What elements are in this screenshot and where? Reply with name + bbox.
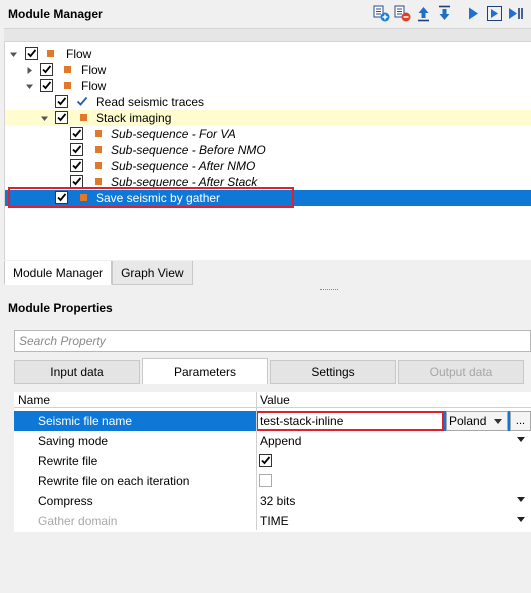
module-square-icon — [95, 130, 102, 137]
remove-module-icon[interactable] — [393, 4, 412, 23]
property-name: Saving mode — [38, 434, 109, 448]
property-name: Gather domain — [38, 514, 118, 528]
module-properties-title: Module Properties — [8, 301, 113, 315]
tree-label-sub-after-nmo: Sub-sequence - After NMO — [111, 159, 256, 173]
expand-chevron-down-icon[interactable] — [39, 113, 49, 123]
tab-parameters[interactable]: Parameters — [142, 358, 268, 384]
module-square-icon — [47, 50, 54, 57]
module-square-icon — [95, 178, 102, 185]
property-row-saving-mode[interactable]: Saving mode Append — [14, 431, 531, 451]
checkbox-checked-icon[interactable] — [70, 127, 83, 140]
expand-chevron-down-icon[interactable] — [8, 49, 18, 59]
property-row-rewrite-each-iteration[interactable]: Rewrite file on each iteration — [14, 471, 531, 491]
expand-chevron-right-icon[interactable] — [24, 65, 34, 75]
seismic-file-name-input[interactable] — [258, 413, 442, 429]
splitter-grip[interactable] — [320, 289, 338, 291]
add-module-icon[interactable] — [372, 4, 391, 23]
tree-row-flow-1[interactable]: Flow — [5, 62, 531, 78]
seismic-file-name-field[interactable] — [256, 411, 444, 431]
checkbox-checked-icon[interactable] — [70, 143, 83, 156]
tree-label-read-traces: Read seismic traces — [96, 95, 205, 109]
tree-label-sub-before-nmo: Sub-sequence - Before NMO — [111, 143, 266, 157]
tree-row-stack-imaging[interactable]: Stack imaging — [5, 110, 531, 126]
module-toolbar — [372, 4, 525, 23]
checkbox-checked-icon[interactable] — [55, 111, 68, 124]
tab-settings[interactable]: Settings — [270, 360, 396, 384]
browse-file-button[interactable]: ... — [510, 411, 531, 431]
module-square-icon — [95, 146, 102, 153]
saving-mode-value[interactable]: Append — [260, 434, 301, 448]
checkbox-checked-icon[interactable] — [70, 159, 83, 172]
search-property-input[interactable] — [19, 334, 530, 348]
tree-label-flow-2: Flow — [81, 79, 107, 93]
tree-label-root: Flow — [66, 47, 92, 61]
module-square-icon — [80, 114, 87, 121]
move-up-icon[interactable] — [414, 4, 433, 23]
column-header-value: Value — [260, 393, 290, 407]
encoding-select[interactable]: Poland — [446, 411, 508, 431]
properties-grid: Name Value Seismic file name Poland ... … — [14, 392, 531, 532]
tab-module-manager[interactable]: Module Manager — [4, 261, 113, 285]
tab-input-data[interactable]: Input data — [14, 360, 140, 384]
tree-row-sub-after-nmo[interactable]: Sub-sequence - After NMO — [5, 158, 531, 174]
chevron-down-icon — [494, 419, 502, 424]
tree-row-root-flow[interactable]: Flow — [5, 46, 531, 62]
run-icon[interactable] — [464, 4, 483, 23]
property-name: Rewrite file — [38, 454, 98, 468]
compress-value[interactable]: 32 bits — [260, 494, 295, 508]
checkbox-checked-icon[interactable] — [55, 95, 68, 108]
property-name: Compress — [38, 494, 93, 508]
property-row-compress[interactable]: Compress 32 bits — [14, 491, 531, 511]
tree-label-stack-imaging: Stack imaging — [96, 111, 172, 125]
rewrite-each-iteration-checkbox[interactable] — [259, 474, 272, 487]
module-square-icon — [64, 82, 71, 89]
checkbox-checked-icon[interactable] — [40, 63, 53, 76]
checkbox-checked-icon[interactable] — [25, 47, 38, 60]
expand-chevron-down-icon[interactable] — [24, 81, 34, 91]
tab-output-data: Output data — [398, 360, 524, 384]
property-name: Seismic file name — [38, 414, 133, 428]
tab-graph-view[interactable]: Graph View — [112, 261, 193, 285]
chevron-down-icon[interactable] — [517, 437, 525, 442]
search-property-box[interactable] — [14, 330, 531, 352]
module-manager-title: Module Manager — [8, 7, 103, 21]
checkbox-checked-icon[interactable] — [40, 79, 53, 92]
encoding-select-value: Poland — [449, 414, 487, 428]
chevron-down-icon[interactable] — [517, 517, 525, 522]
annotation-highlight-box — [8, 187, 294, 208]
grid-header: Name Value — [14, 392, 531, 408]
property-row-seismic-file-name[interactable]: Seismic file name Poland ... — [14, 411, 531, 431]
tree-toolbar-strip — [4, 28, 531, 42]
tree-row-read-traces[interactable]: Read seismic traces — [5, 94, 531, 110]
run-selected-icon[interactable] — [485, 4, 504, 23]
module-square-icon — [95, 162, 102, 169]
property-name: Rewrite file on each iteration — [38, 474, 190, 488]
tree-label-flow-1: Flow — [81, 63, 107, 77]
gather-domain-value[interactable]: TIME — [260, 514, 289, 528]
module-manager-tabs: Module Manager Graph View — [4, 261, 193, 285]
column-header-name: Name — [18, 393, 51, 407]
module-square-icon — [64, 66, 71, 73]
flow-tree[interactable]: Flow Flow Flow Read seismic traces Stack… — [4, 42, 531, 260]
read-module-check-icon — [76, 96, 88, 110]
rewrite-file-checkbox[interactable] — [259, 454, 272, 467]
tree-row-flow-2[interactable]: Flow — [5, 78, 531, 94]
move-down-icon[interactable] — [435, 4, 454, 23]
properties-tabs: Input data Parameters Settings Output da… — [14, 358, 526, 384]
tree-row-sub-before-nmo[interactable]: Sub-sequence - Before NMO — [5, 142, 531, 158]
tree-label-sub-va: Sub-sequence - For VA — [111, 127, 236, 141]
property-row-rewrite-file[interactable]: Rewrite file — [14, 451, 531, 471]
column-divider — [256, 392, 257, 530]
property-row-gather-domain[interactable]: Gather domain TIME — [14, 511, 531, 531]
run-to-end-icon[interactable] — [506, 4, 525, 23]
tree-row-sub-va[interactable]: Sub-sequence - For VA — [5, 126, 531, 142]
chevron-down-icon[interactable] — [517, 497, 525, 502]
module-manager-header: Module Manager — [0, 0, 531, 28]
